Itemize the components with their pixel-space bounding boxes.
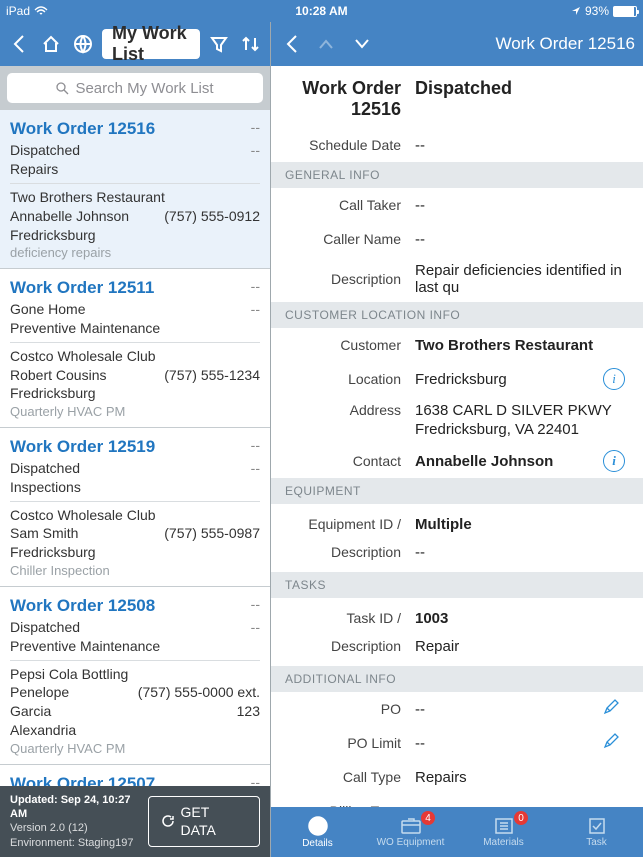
schedule-date-value: -- [415,137,629,154]
filter-button[interactable] [206,31,232,57]
detail-panel: Work Order 12516 Work Order 12516 Dispat… [271,22,643,857]
wifi-icon [34,6,48,16]
caller-name-value: -- [415,231,629,248]
tab-details[interactable]: i Details [271,807,364,857]
refresh-icon [161,814,175,828]
customer-value: Two Brothers Restaurant [415,337,629,354]
schedule-date-label: Schedule Date [285,137,415,153]
polimit-value: -- [415,735,425,752]
materials-icon [494,817,514,835]
carrier: iPad [6,4,30,18]
task-id: 1003 [415,610,629,627]
detail-scroll[interactable]: Work Order 12516 Dispatched Schedule Dat… [271,66,643,807]
section-customer: CUSTOMER LOCATION INFO [271,302,643,328]
footer-env: Environment: Staging197 [10,836,148,850]
detail-title-label: Work Order 12516 [285,78,415,120]
section-general: GENERAL INFO [271,162,643,188]
address-line1: 1638 CARL D SILVER PKWY [415,402,612,419]
sort-button[interactable] [238,31,264,57]
description-value: Repair deficiencies identified in last q… [415,262,629,296]
footer-updated: Updated: Sep 24, 10:27 AM [10,793,148,822]
search-input[interactable]: Search My Work List [7,73,263,103]
location-info-button[interactable]: i [603,368,625,390]
work-order-list[interactable]: Work Order 12516--Dispatched--RepairsTwo… [0,110,270,786]
work-order-card[interactable]: Work Order 12519--Dispatched--Inspection… [0,428,270,587]
tab-wo-equipment[interactable]: 4 WO Equipment [364,807,457,857]
calltype-value: Repairs [415,769,629,786]
section-tasks: TASKS [271,572,643,598]
battery-icon [613,6,637,17]
get-data-button[interactable]: GET DATA [148,796,260,846]
home-button[interactable] [38,31,64,57]
location-value: Fredricksburg [415,371,507,388]
section-equipment: EQUIPMENT [271,478,643,504]
sidebar-title: My Work List [102,29,200,59]
detail-status: Dispatched [415,78,629,120]
detail-nav-title: Work Order 12516 [375,34,635,54]
footer-version: Version 2.0 (12) [10,821,148,835]
work-order-card[interactable]: Work Order 12511--Gone Home--Preventive … [0,269,270,428]
eq-badge: 4 [421,811,435,825]
contact-value: Annabelle Johnson [415,453,553,470]
po-value: -- [415,701,425,718]
tab-materials[interactable]: 0 Materials [457,807,550,857]
search-icon [56,82,69,95]
equipment-desc: -- [415,544,629,561]
location-icon [571,6,581,16]
work-order-card[interactable]: Work Order 12508--Dispatched--Preventive… [0,587,270,765]
polimit-edit-button[interactable] [603,733,619,753]
call-taker-value: -- [415,197,629,214]
status-time: 10:28 AM [0,4,643,18]
equipment-icon [400,817,422,835]
battery-pct: 93% [585,4,609,18]
tab-tasks[interactable]: Task [550,807,643,857]
address-line2: Fredricksburg, VA 22401 [415,421,579,438]
sidebar-footer: Updated: Sep 24, 10:27 AM Version 2.0 (1… [0,786,270,857]
sidebar-navbar: My Work List [0,22,270,66]
search-wrap: Search My Work List [0,66,270,110]
equipment-id: Multiple [415,516,629,533]
mat-badge: 0 [514,811,528,825]
work-order-card[interactable]: Work Order 12507--Dispatched--RepairsTwo… [0,765,270,786]
section-additional: ADDITIONAL INFO [271,666,643,692]
detail-navbar: Work Order 12516 [271,22,643,66]
back-button[interactable] [6,31,32,57]
details-icon: i [308,816,328,836]
work-order-card[interactable]: Work Order 12516--Dispatched--RepairsTwo… [0,110,270,269]
task-desc: Repair [415,638,629,655]
prev-button[interactable] [313,31,339,57]
sidebar-panel: My Work List Search My Work List Work Or… [0,22,271,857]
contact-info-button[interactable]: i [603,450,625,472]
status-bar: iPad 10:28 AM 93% [0,0,643,22]
po-edit-button[interactable] [603,699,619,719]
tab-bar: i Details 4 WO Equipment 0 Materials Tas… [271,807,643,857]
tasks-icon [588,817,606,835]
globe-button[interactable] [70,31,96,57]
next-button[interactable] [349,31,375,57]
detail-back-button[interactable] [279,31,305,57]
